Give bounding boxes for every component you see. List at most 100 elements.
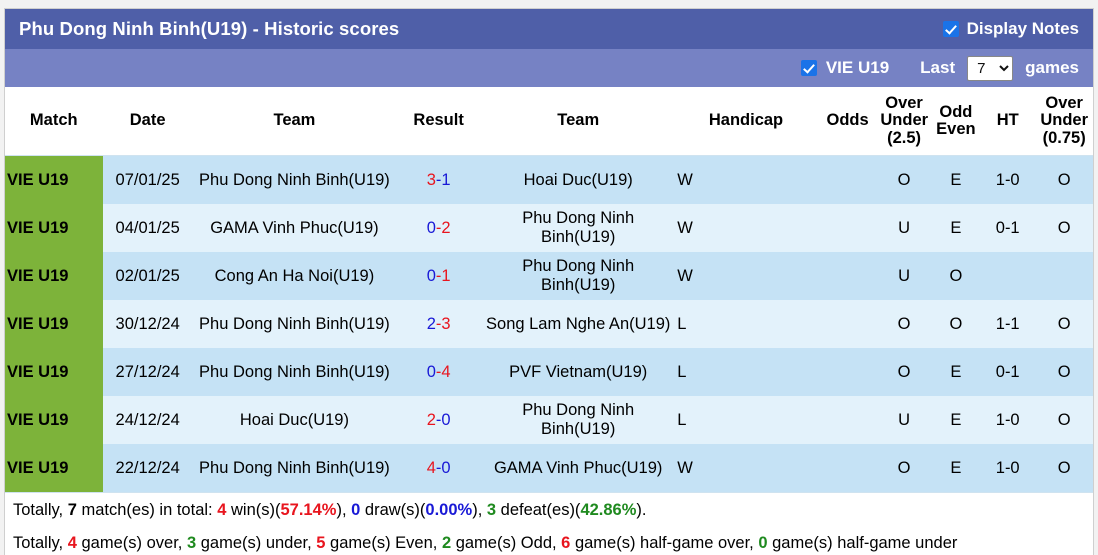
cell-odds xyxy=(816,443,879,492)
cell-team-away[interactable]: Hoai Duc(U19) xyxy=(481,155,676,204)
cell-over-under-25: O xyxy=(878,443,930,492)
league-filter-checkbox[interactable] xyxy=(800,60,817,76)
cell-date: 27/12/24 xyxy=(102,347,193,396)
cell-team-away[interactable]: Phu Dong Ninh Binh(U19) xyxy=(481,203,676,252)
cell-ht: 0-1 xyxy=(982,203,1034,252)
cell-odds xyxy=(816,203,879,252)
s2-under: 3 xyxy=(186,533,197,552)
page-title: Phu Dong Ninh Binh(U19) - Historic score… xyxy=(19,18,400,39)
table-row[interactable]: VIE U19 22/12/24 Phu Dong Ninh Binh(U19) 4-… xyxy=(5,443,1093,492)
ou25-line3: (2.5) xyxy=(887,128,922,147)
s1-total-matches: 7 xyxy=(67,500,77,519)
cell-date: 07/01/25 xyxy=(102,155,193,204)
cell-league: VIE U19 xyxy=(5,203,103,252)
cell-date: 04/01/25 xyxy=(102,203,193,252)
games-count-select[interactable]: 35710152030 xyxy=(967,55,1014,81)
cell-team-home[interactable]: Phu Dong Ninh Binh(U19) xyxy=(192,347,397,396)
cell-team-away[interactable]: Phu Dong Ninh Binh(U19) xyxy=(481,251,676,300)
s2-t3: game(s) Even, xyxy=(325,533,442,552)
s2-t1: game(s) over, xyxy=(76,533,187,552)
col-header-over-under-075: Over Under (0.75) xyxy=(1033,87,1093,157)
s1-t2: win(s)( xyxy=(226,500,281,519)
cell-team-home[interactable]: Phu Dong Ninh Binh(U19) xyxy=(192,443,397,492)
cell-ht: 1-0 xyxy=(982,155,1034,204)
s2-half-under: 0 xyxy=(758,533,768,552)
s1-defeat-pct: 42.86% xyxy=(580,500,637,519)
s2-t2: game(s) under, xyxy=(196,533,317,552)
cell-result: 3-1 xyxy=(396,155,482,204)
s2-t4: game(s) Odd, xyxy=(451,533,562,552)
cell-team-away[interactable]: PVF Vietnam(U19) xyxy=(481,347,676,396)
s2-half-over: 6 xyxy=(561,533,571,552)
score-away: -0 xyxy=(435,458,451,477)
cell-over-under-25: O xyxy=(878,155,930,204)
table-row[interactable]: VIE U19 02/01/25 Cong An Ha Noi(U19) 0-1 Phu… xyxy=(5,251,1093,300)
table-row[interactable]: VIE U19 24/12/24 Hoai Duc(U19) 2-0 Phu Dong … xyxy=(5,395,1093,444)
cell-handicap: L xyxy=(675,395,817,444)
table-row[interactable]: VIE U19 04/01/25 GAMA Vinh Phuc(U19) 0-2 Phu… xyxy=(5,203,1093,252)
cell-team-away[interactable]: Phu Dong Ninh Binh(U19) xyxy=(481,395,676,444)
summary-line-results: Totally, 7 match(es) in total: 4 win(s)(… xyxy=(13,493,1093,526)
score-home: 0 xyxy=(426,266,436,285)
col-header-team-away: Team xyxy=(481,87,676,157)
cell-team-home[interactable]: Phu Dong Ninh Binh(U19) xyxy=(192,155,397,204)
cell-odd-even: O xyxy=(929,251,983,300)
cell-league: VIE U19 xyxy=(5,251,103,300)
cell-ht: 0-1 xyxy=(982,347,1034,396)
s1-draw-pct: 0.00% xyxy=(425,500,473,519)
col-header-result: Result xyxy=(396,87,482,157)
s1-t1: match(es) in total: xyxy=(76,500,218,519)
cell-team-home[interactable]: GAMA Vinh Phuc(U19) xyxy=(192,203,397,252)
cell-team-home[interactable]: Phu Dong Ninh Binh(U19) xyxy=(192,299,397,348)
cell-team-home[interactable]: Hoai Duc(U19) xyxy=(192,395,397,444)
s2-t5: game(s) half-game over, xyxy=(570,533,759,552)
display-notes-label: Display Notes xyxy=(966,19,1079,38)
cell-over-under-25: U xyxy=(878,203,930,252)
s1-t5: ), xyxy=(472,500,487,519)
cell-team-away[interactable]: GAMA Vinh Phuc(U19) xyxy=(481,443,676,492)
last-label: Last xyxy=(920,58,956,77)
s2-t6: game(s) half-game under xyxy=(767,533,958,552)
cell-date: 24/12/24 xyxy=(102,395,193,444)
cell-date: 30/12/24 xyxy=(102,299,193,348)
s2-t0: Totally, xyxy=(13,533,68,552)
cell-odd-even: E xyxy=(929,395,983,444)
table-row[interactable]: VIE U19 30/12/24 Phu Dong Ninh Binh(U19) 2-… xyxy=(5,299,1093,348)
cell-team-away[interactable]: Song Lam Nghe An(U19) xyxy=(481,299,676,348)
cell-odds xyxy=(816,299,879,348)
s1-win-pct: 57.14% xyxy=(280,500,337,519)
col-header-over-under-25: Over Under (2.5) xyxy=(878,87,930,157)
s2-odd: 2 xyxy=(441,533,452,552)
cell-odds xyxy=(816,155,879,204)
s1-defeats: 3 xyxy=(486,500,497,519)
score-home: 2 xyxy=(426,314,436,333)
cell-league: VIE U19 xyxy=(5,347,103,396)
score-away: -0 xyxy=(435,410,451,429)
display-notes-checkbox[interactable] xyxy=(942,21,959,37)
league-filter-label: VIE U19 xyxy=(825,58,890,77)
ou075-line3: (0.75) xyxy=(1042,128,1086,147)
summary-line-ou: Totally, 4 game(s) over, 3 game(s) under… xyxy=(13,526,1093,555)
cell-over-under-075: O xyxy=(1033,203,1093,252)
cell-result: 0-2 xyxy=(396,203,482,252)
score-away: -1 xyxy=(435,266,451,285)
table-row[interactable]: VIE U19 07/01/25 Phu Dong Ninh Binh(U19) 3-… xyxy=(5,155,1093,204)
table-head: Match Date Team Result Team Handicap Odd… xyxy=(5,87,1093,157)
cell-over-under-25: O xyxy=(878,347,930,396)
cell-team-home[interactable]: Cong An Ha Noi(U19) xyxy=(192,251,397,300)
cell-result: 2-3 xyxy=(396,299,482,348)
ou075-line2: Under xyxy=(1040,111,1089,130)
s1-t7: ). xyxy=(636,500,647,519)
col-header-ht: HT xyxy=(982,87,1034,157)
col-header-odd-even: Odd Even xyxy=(929,87,983,157)
s1-t4: draw(s)( xyxy=(360,500,426,519)
table-row[interactable]: VIE U19 27/12/24 Phu Dong Ninh Binh(U19) 0-… xyxy=(5,347,1093,396)
score-away: -1 xyxy=(435,170,451,189)
cell-over-under-25: U xyxy=(878,251,930,300)
cell-odds xyxy=(816,251,879,300)
cell-ht xyxy=(982,251,1034,300)
scores-panel: Phu Dong Ninh Binh(U19) - Historic score… xyxy=(4,8,1094,555)
cell-over-under-075: O xyxy=(1033,299,1093,348)
summary-section: Totally, 7 match(es) in total: 4 win(s)(… xyxy=(5,491,1093,555)
cell-league: VIE U19 xyxy=(5,395,103,444)
